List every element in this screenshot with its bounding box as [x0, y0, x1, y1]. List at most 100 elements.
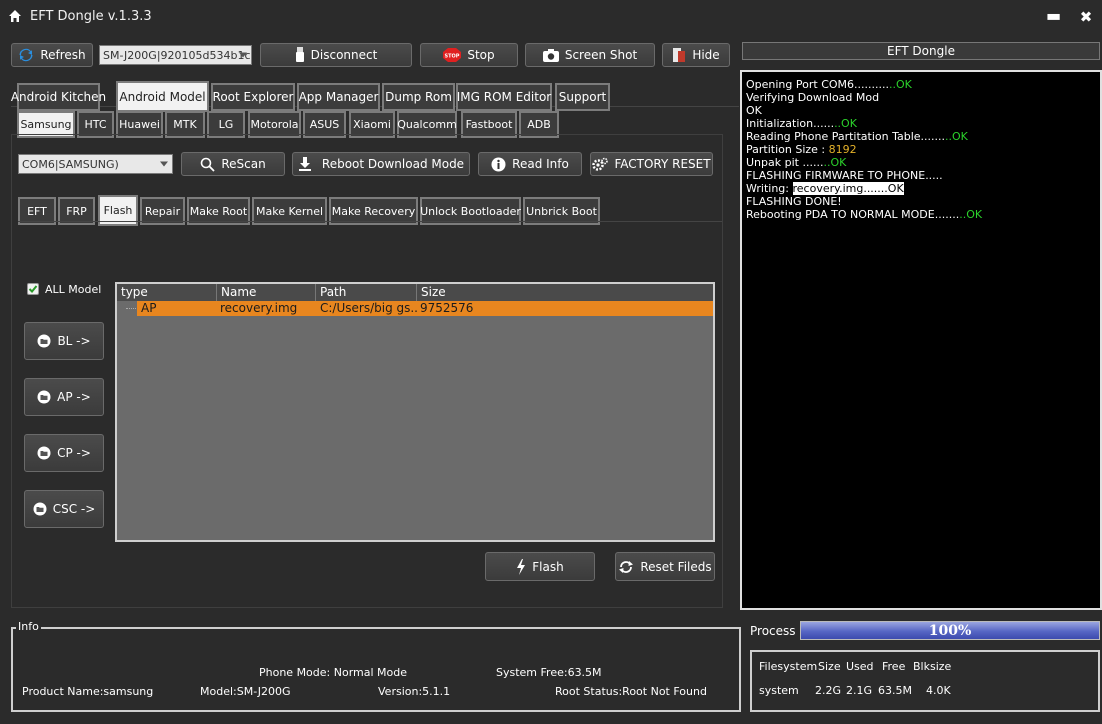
read-info-label: Read Info: [512, 157, 569, 171]
tab-dump-rom[interactable]: Dump Rom: [382, 83, 455, 111]
camera-icon: [542, 48, 559, 62]
table-row[interactable]: AP recovery.img C:/Users/big gs... 97525…: [137, 301, 713, 316]
reboot-download-label: Reboot Download Mode: [321, 157, 465, 171]
stop-icon: STOP: [443, 48, 462, 62]
reset-files-button[interactable]: Reset Fileds: [615, 552, 715, 581]
tab-android-model[interactable]: Android Model: [116, 81, 209, 112]
tab-root-explorer[interactable]: Root Explorer: [211, 83, 295, 111]
info-icon: [491, 157, 506, 172]
hide-button[interactable]: Hide: [662, 43, 730, 67]
filesystem-header-blksize: Blksize: [913, 660, 952, 673]
stop-label: Stop: [467, 48, 495, 62]
tab-app-manager[interactable]: App Manager: [297, 83, 380, 111]
phone-mode: Phone Mode: Normal Mode: [259, 666, 408, 679]
port-combo[interactable]: COM6|SAMSUNG): [18, 154, 173, 174]
root-status: Root Status:Root Not Found: [555, 685, 707, 698]
log-line: Verifying Download Mod: [746, 91, 880, 104]
minimize-button[interactable]: ▬: [1046, 6, 1061, 26]
folder-icon: [37, 446, 51, 460]
bl-button[interactable]: BL ->: [24, 322, 104, 360]
port-combo-value: COM6|SAMSUNG): [22, 157, 119, 171]
model-name: Model:SM-J200G: [200, 685, 291, 698]
factory-reset-button[interactable]: FACTORY RESET: [590, 152, 713, 176]
column-header-size[interactable]: Size: [417, 284, 713, 301]
csc-button[interactable]: CSC ->: [24, 490, 104, 528]
tab-android-kitchen[interactable]: Android Kitchen: [11, 83, 106, 111]
cp-label: CP ->: [57, 446, 91, 460]
rescan-button[interactable]: ReScan: [181, 152, 285, 176]
rescan-label: ReScan: [221, 157, 266, 171]
log-line: Initialization........OK: [746, 117, 857, 130]
lightning-icon: [516, 558, 526, 575]
column-header-type[interactable]: type: [117, 284, 217, 301]
log-line: Writing: recovery.img.......OK: [746, 182, 904, 195]
folder-icon: [37, 334, 51, 348]
search-icon: [200, 157, 215, 172]
chevron-down-icon: [160, 161, 168, 167]
log-line: Unpak pit ........OK: [746, 156, 847, 169]
factory-reset-label: FACTORY RESET: [614, 157, 711, 171]
read-info-button[interactable]: Read Info: [478, 152, 582, 176]
cell-name: recovery.img: [220, 301, 298, 315]
filesystem-cell: 2.2G: [815, 684, 842, 697]
title-bar: [0, 0, 1102, 36]
product-name: Product Name:samsung: [22, 685, 154, 698]
cell-path: C:/Users/big gs...: [320, 301, 418, 315]
disconnect-button[interactable]: Disconnect: [260, 43, 412, 67]
folder-icon: [37, 390, 51, 404]
close-button[interactable]: ✖: [1079, 6, 1093, 26]
filesystem-cell: 63.5M: [878, 684, 912, 697]
refresh-button[interactable]: Refresh: [11, 43, 93, 67]
flash-button[interactable]: Flash: [485, 552, 595, 581]
chevron-down-icon: [239, 52, 247, 58]
folder-icon: [33, 502, 47, 516]
ap-button[interactable]: AP ->: [24, 378, 104, 416]
column-header-path[interactable]: Path: [316, 284, 417, 301]
process-progress-bar: 100%: [800, 621, 1100, 640]
gears-icon: [592, 157, 609, 172]
refresh-label: Refresh: [40, 48, 86, 62]
refresh-icon: [18, 47, 34, 63]
hide-label: Hide: [692, 48, 720, 62]
filesystem-header-free: Free: [882, 660, 906, 673]
filesystem-header-used: Used: [846, 660, 874, 673]
filesystem-header-size: Size: [818, 660, 841, 673]
csc-label: CSC ->: [52, 502, 96, 516]
window-title: EFT Dongle v.1.3.3: [30, 9, 152, 24]
reset-icon: [618, 560, 634, 574]
stop-badge-text: STOP: [445, 54, 460, 60]
usb-icon: [295, 47, 305, 63]
log-line: OK: [746, 104, 762, 117]
progress-percent: 100%: [928, 623, 972, 639]
log-line: Reading Phone Partitation Table.........…: [746, 130, 968, 143]
stop-button[interactable]: STOP Stop: [420, 43, 518, 67]
column-header-name[interactable]: Name: [217, 284, 316, 301]
download-icon: [298, 157, 312, 171]
tab-support[interactable]: Support: [555, 83, 610, 111]
all-model-label: ALL Model: [45, 283, 102, 296]
cp-button[interactable]: CP ->: [24, 434, 104, 472]
log-line: Opening Port COM6............OK: [746, 78, 912, 91]
tab-img-rom-editor[interactable]: IMG ROM Editor: [456, 83, 552, 111]
all-model-checkbox[interactable]: [27, 283, 39, 295]
filesystem-cell: system: [759, 684, 799, 697]
screenshot-button[interactable]: Screen Shot: [525, 43, 655, 67]
log-line: Partition Size : 8192: [746, 143, 857, 156]
device-combo[interactable]: SM-J200G|920105d534b1c: [99, 45, 252, 65]
process-label: Process: [750, 624, 796, 638]
firmware-table[interactable]: type Name Path Size AP recovery.img C:/U…: [115, 282, 715, 542]
disconnect-label: Disconnect: [310, 48, 378, 62]
filesystem-cell: 4.0K: [926, 684, 951, 697]
log-line: FLASHING DONE!: [746, 195, 842, 208]
checkmark-icon: [28, 285, 38, 293]
bl-label: BL ->: [57, 334, 91, 348]
reset-files-label: Reset Fileds: [640, 559, 712, 574]
system-free: System Free:63.5M: [496, 666, 602, 679]
device-combo-value: SM-J200G|920105d534b1c: [103, 48, 251, 62]
reboot-download-button[interactable]: Reboot Download Mode: [292, 152, 470, 176]
cell-type: AP: [141, 301, 157, 315]
log-console[interactable]: Opening Port COM6............OK Verifyin…: [740, 70, 1102, 610]
screenshot-label: Screen Shot: [564, 48, 638, 62]
home-icon: [9, 10, 21, 22]
tree-line: [126, 308, 136, 309]
